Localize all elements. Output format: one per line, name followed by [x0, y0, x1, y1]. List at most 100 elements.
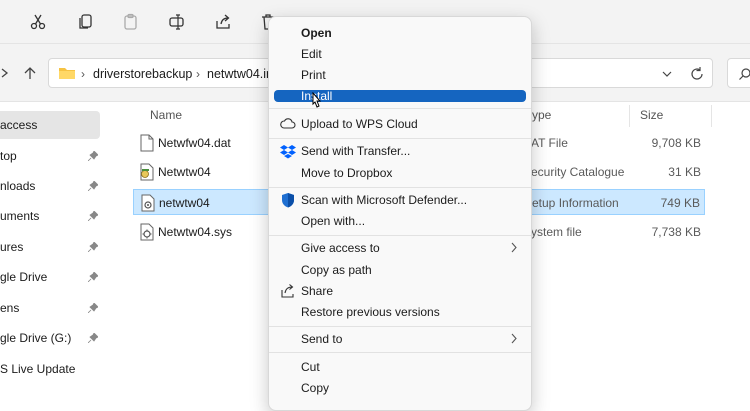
defender-shield-icon — [282, 193, 294, 208]
menu-item-label: Open — [301, 26, 332, 40]
file-size: 9,708 KB — [651, 136, 701, 150]
menu-separator — [269, 326, 531, 327]
search-input[interactable] — [727, 58, 750, 88]
copy-button[interactable] — [74, 10, 98, 34]
rename-button[interactable] — [165, 10, 189, 34]
sidebar-item-label: top — [0, 149, 17, 163]
menu-item-label: Upload to WPS Cloud — [301, 117, 418, 131]
chevron-right-icon — [511, 242, 517, 253]
menu-item-move-to-dropbox[interactable]: Move to Dropbox — [274, 162, 526, 184]
menu-item-send-with-transfer[interactable]: Send with Transfer... — [274, 140, 526, 162]
menu-item-cut[interactable]: Cut — [274, 356, 526, 378]
sidebar-item-desktop[interactable]: top — [0, 142, 100, 170]
pin-icon — [88, 242, 98, 252]
pin-icon — [88, 181, 98, 191]
file-type: AT File — [531, 136, 568, 150]
context-menu: Open Edit Print Install Upload to WPS Cl… — [268, 16, 532, 411]
menu-item-print[interactable]: Print — [274, 64, 526, 86]
menu-item-share[interactable]: Share — [274, 280, 526, 302]
refresh-icon[interactable] — [689, 66, 705, 82]
file-size: 31 KB — [668, 165, 701, 179]
up-button[interactable] — [21, 64, 39, 82]
file-name: netwtw04 — [159, 196, 210, 210]
menu-item-label: Copy — [301, 381, 330, 395]
column-divider[interactable] — [711, 105, 712, 127]
menu-item-copy[interactable]: Copy — [274, 377, 526, 399]
file-size: 749 KB — [660, 196, 700, 210]
chevron-right-icon: › — [196, 67, 200, 81]
menu-item-label: Restore previous versions — [301, 305, 440, 319]
column-divider[interactable] — [629, 105, 630, 127]
chevron-right-icon — [511, 333, 517, 344]
sidebar-item-label: gle Drive — [0, 270, 48, 284]
folder-icon — [59, 68, 75, 79]
share-icon — [216, 14, 230, 29]
catalog-icon — [140, 163, 154, 181]
file-type: ecurity Catalogue — [531, 165, 625, 179]
menu-item-label: Send to — [301, 332, 343, 346]
pin-icon — [88, 151, 98, 161]
sidebar-item-label: S Live Update — [0, 362, 76, 376]
menu-item-label: Scan with Microsoft Defender... — [301, 193, 468, 207]
menu-item-open-with[interactable]: Open with... — [274, 210, 526, 232]
setup-info-icon — [141, 194, 155, 212]
menu-item-upload-wps[interactable]: Upload to WPS Cloud — [274, 113, 526, 135]
pin-icon — [88, 211, 98, 221]
copy-icon — [79, 14, 92, 29]
column-header-size[interactable]: Size — [640, 108, 663, 122]
arrow-up-icon — [24, 67, 36, 79]
menu-item-open[interactable]: Open — [274, 22, 526, 44]
file-name: Netwfw04.dat — [158, 136, 231, 150]
sidebar-item-documents[interactable]: uments — [0, 202, 100, 230]
breadcrumb-item[interactable]: netwtw04.in — [207, 67, 273, 81]
breadcrumb-item[interactable]: driverstorebackup — [93, 67, 192, 81]
menu-item-label: Move to Dropbox — [301, 166, 393, 180]
sidebar-item-downloads[interactable]: nloads — [0, 172, 100, 200]
menu-item-edit[interactable]: Edit — [274, 43, 526, 65]
column-header-name[interactable]: Name — [150, 108, 182, 122]
menu-item-give-access[interactable]: Give access to — [274, 237, 526, 259]
cut-icon — [30, 14, 46, 30]
share-button[interactable] — [211, 10, 235, 34]
sidebar-item-live-update[interactable]: S Live Update — [0, 355, 100, 383]
document-icon — [140, 134, 154, 152]
system-file-icon — [140, 223, 154, 241]
share-icon — [281, 284, 294, 298]
pin-icon — [88, 272, 98, 282]
cloud-icon — [280, 118, 296, 129]
cut-button[interactable] — [26, 10, 50, 34]
menu-item-label: Edit — [301, 47, 322, 61]
file-name: Netwtw04 — [158, 165, 211, 179]
sidebar-item-label: ures — [0, 240, 24, 254]
chevron-down-icon[interactable] — [661, 68, 673, 80]
menu-item-scan-defender[interactable]: Scan with Microsoft Defender... — [274, 189, 526, 211]
menu-item-restore-previous-versions[interactable]: Restore previous versions — [274, 301, 526, 323]
menu-separator — [269, 235, 531, 236]
menu-item-copy-as-path[interactable]: Copy as path — [274, 259, 526, 281]
file-name: Netwtw04.sys — [158, 225, 233, 239]
sidebar-item-label: ens — [0, 301, 20, 315]
chevron-right-icon — [1, 68, 9, 78]
paste-button[interactable] — [119, 10, 143, 34]
forward-button[interactable] — [0, 64, 14, 82]
menu-item-label: Open with... — [301, 214, 366, 228]
sidebar-item-label: uments — [0, 209, 40, 223]
file-type: etup Information — [532, 196, 619, 210]
sidebar-item-google-drive[interactable]: gle Drive — [0, 263, 100, 291]
chevron-right-icon: › — [81, 67, 85, 81]
sidebar-item-pictures[interactable]: ures — [0, 233, 100, 261]
menu-separator — [269, 352, 531, 353]
column-header-type[interactable]: ype — [532, 108, 551, 122]
sidebar-item-screens[interactable]: ens — [0, 294, 100, 322]
menu-item-send-to[interactable]: Send to — [274, 328, 526, 350]
rename-icon — [169, 14, 184, 30]
menu-separator — [269, 138, 531, 139]
dropbox-icon — [280, 145, 296, 159]
sidebar-item-label: gle Drive (G:) — [0, 331, 72, 345]
search-icon — [739, 68, 750, 80]
sidebar-item-label: nloads — [0, 179, 36, 193]
sidebar-item-google-drive-g[interactable]: gle Drive (G:) — [0, 324, 100, 352]
pin-icon — [88, 303, 98, 313]
pin-icon — [88, 333, 98, 343]
sidebar-item-quick-access[interactable]: access — [0, 111, 100, 139]
